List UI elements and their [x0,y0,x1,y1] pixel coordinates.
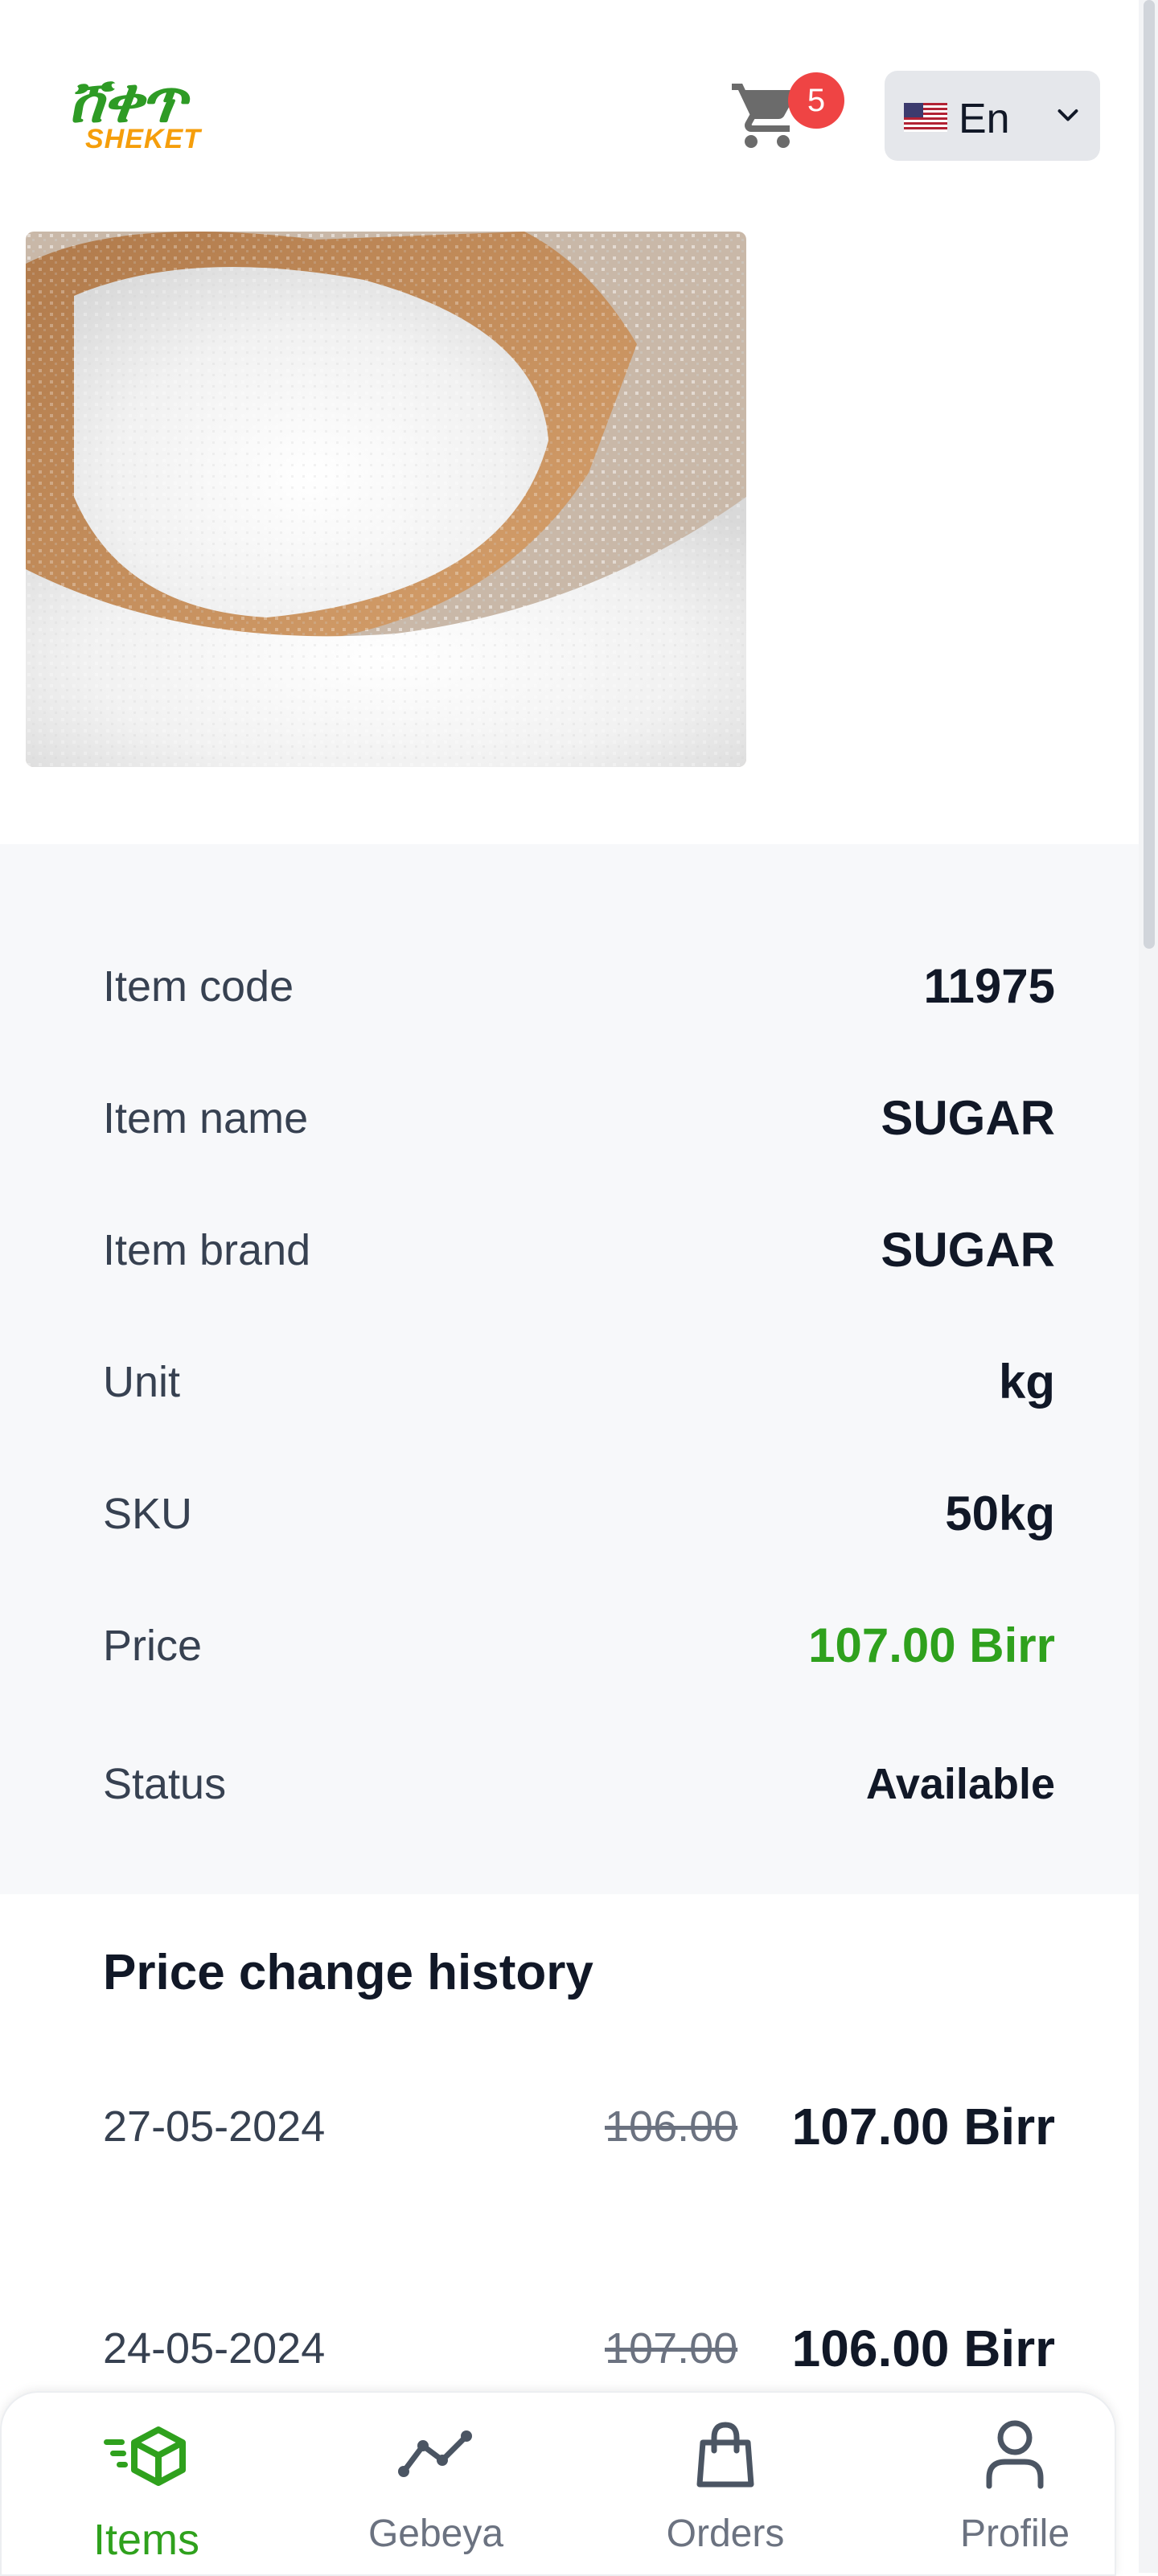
detail-row-item-code: Item code 11975 [103,941,1055,1021]
detail-value: SUGAR [881,1223,1055,1277]
scrollbar[interactable] [1139,0,1158,2573]
item-details-panel: Item code 11975 Item name SUGAR Item bra… [0,844,1139,1894]
detail-label: Status [103,1760,227,1808]
sheket-logo[interactable]: ሸቀጥ SHEKET [68,64,236,154]
nav-label-profile: Profile [959,2512,1070,2555]
product-image [26,232,746,767]
language-label: En [959,96,1010,142]
nav-item-profile[interactable]: Profile [894,2393,1135,2574]
price-history-row: 27-05-2024 106.00 107.00 Birr [103,2081,1055,2161]
us-flag-icon [904,103,947,132]
detail-label: Item name [103,1094,309,1142]
nav-item-items[interactable]: Items [26,2393,267,2574]
detail-value: kg [998,1355,1055,1409]
history-old-price: 107.00 [605,2324,738,2373]
header: ሸቀጥ SHEKET 5 En [0,0,1139,225]
chart-line-icon [398,2430,472,2477]
detail-label: Price [103,1622,203,1670]
detail-value: 50kg [945,1487,1055,1540]
detail-label: SKU [103,1490,193,1538]
detail-row-price: Price 107.00 Birr [103,1600,1055,1680]
status-value: Available [865,1760,1055,1808]
chevron-down-icon [1057,109,1078,121]
detail-label: Item code [103,962,294,1011]
price-value: 107.00 Birr [808,1618,1055,1672]
history-old-price: 106.00 [605,2102,738,2151]
shopping-bag-icon [696,2422,754,2488]
bottom-navigation: Items Gebeya Orders Profile [0,2391,1116,2576]
detail-row-item-brand: Item brand SUGAR [103,1204,1055,1285]
nav-label-gebeya: Gebeya [368,2512,504,2555]
logo-latin: SHEKET [85,124,201,154]
detail-value: 11975 [923,959,1055,1013]
scrollbar-thumb[interactable] [1144,0,1155,949]
nav-item-orders[interactable]: Orders [605,2393,846,2574]
price-history-title: Price change history [103,1945,593,2000]
nav-item-gebeya[interactable]: Gebeya [315,2393,556,2574]
history-new-price: 107.00 Birr [791,2098,1055,2156]
price-history-row: 24-05-2024 107.00 106.00 Birr [103,2303,1055,2383]
language-selector[interactable]: En [885,71,1100,161]
detail-row-sku: SKU 50kg [103,1468,1055,1548]
items-icon [104,2426,186,2486]
cart-count-badge: 5 [788,72,844,129]
history-new-price: 106.00 Birr [791,2320,1055,2377]
cart-button[interactable]: 5 [724,72,844,161]
history-date: 24-05-2024 [103,2324,326,2373]
nav-label-items: Items [92,2516,200,2564]
detail-row-unit: Unit kg [103,1336,1055,1417]
user-icon [986,2420,1044,2489]
detail-value: SUGAR [881,1091,1055,1145]
nav-label-orders: Orders [666,2512,785,2555]
detail-label: Unit [103,1358,181,1406]
detail-row-item-name: Item name SUGAR [103,1073,1055,1153]
history-date: 27-05-2024 [103,2102,326,2151]
detail-label: Item brand [103,1226,311,1274]
detail-row-status: Status Available [103,1738,1055,1819]
